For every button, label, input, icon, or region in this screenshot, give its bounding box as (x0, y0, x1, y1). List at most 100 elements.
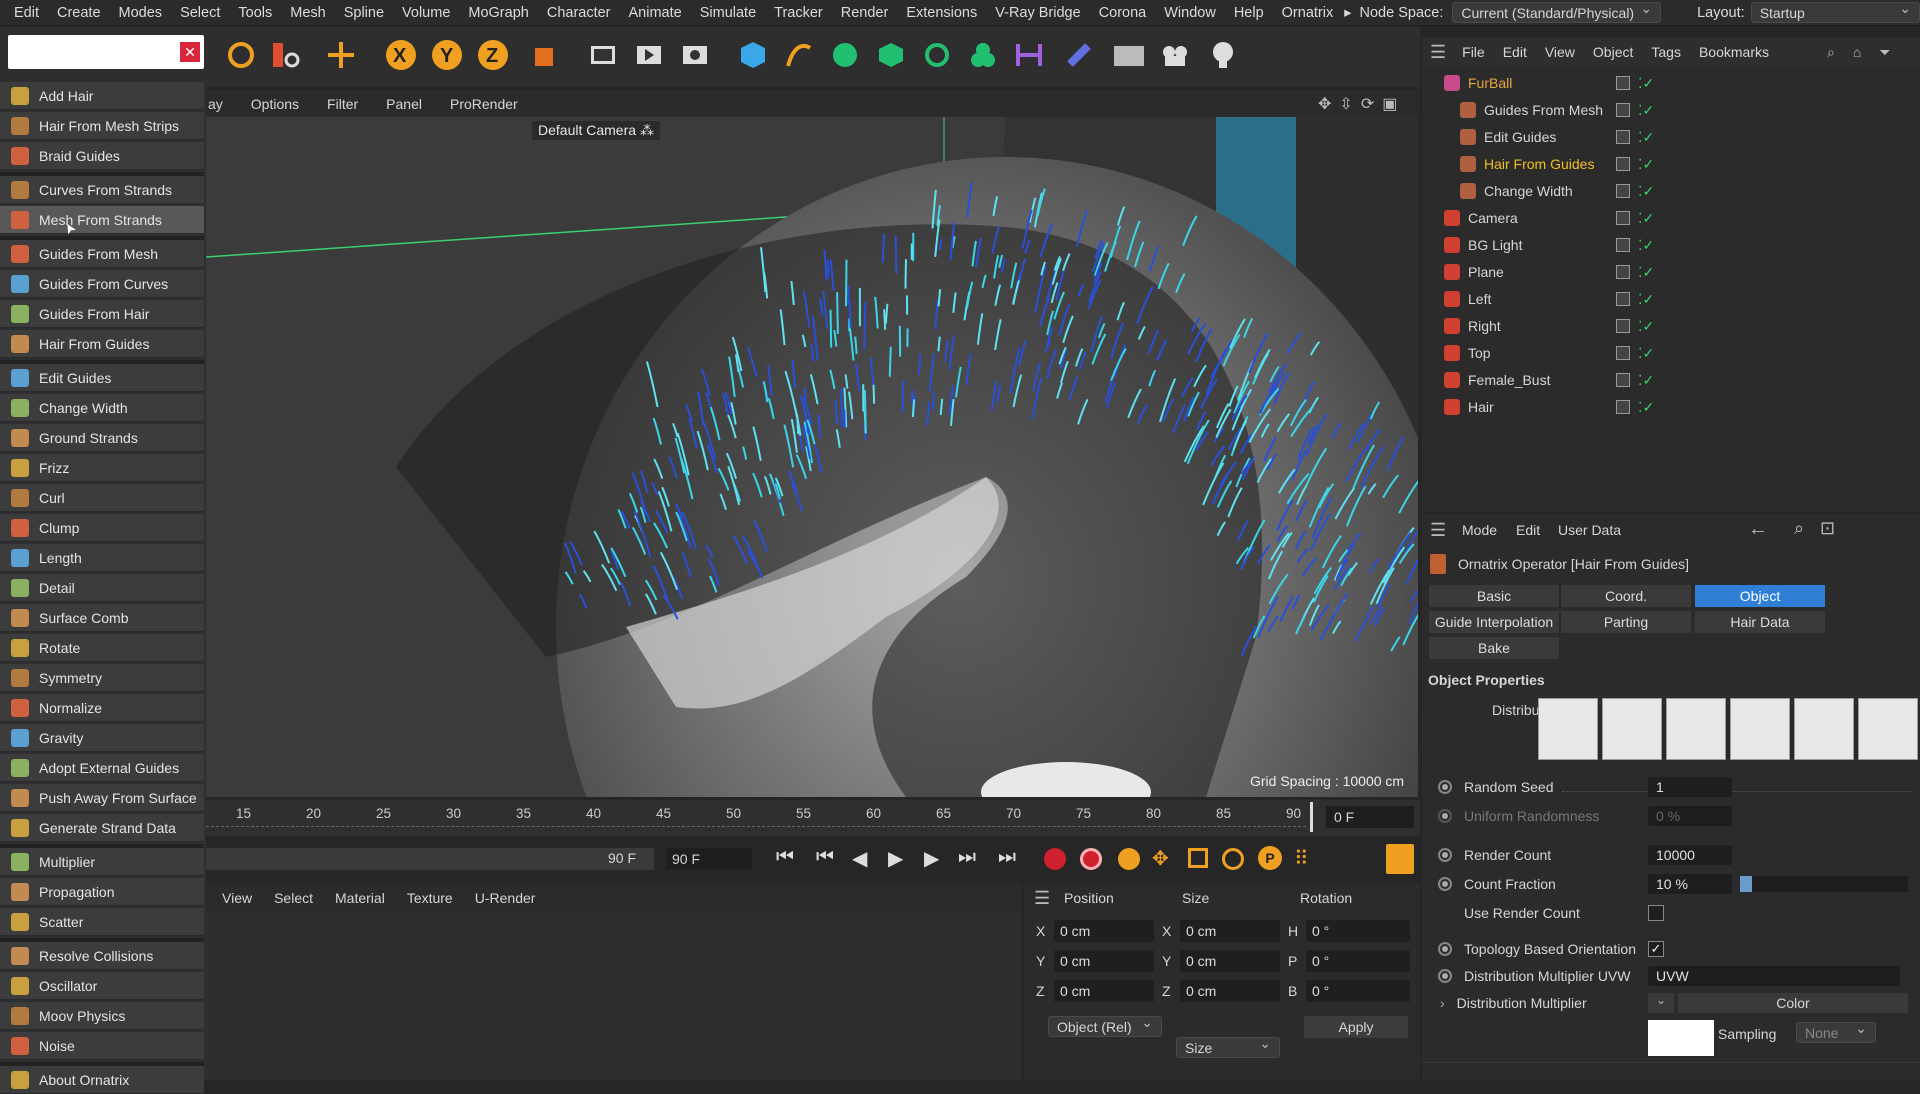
object-row-guides-from-mesh[interactable]: Guides From Mesh⁚✓ (1422, 97, 1920, 123)
menu-animate[interactable]: Animate (620, 5, 691, 21)
enabled-check-icon[interactable]: ⁚✓ (1638, 129, 1654, 146)
timeline-ruler[interactable]: 15202530354045505560657075808590 0 F (206, 800, 1420, 836)
render-count-anim-icon[interactable] (1438, 848, 1452, 862)
layout-dropdown[interactable]: Startup (1751, 2, 1920, 23)
om-menu-object[interactable]: Object (1593, 44, 1633, 60)
dist-mult-color-field[interactable]: Color (1678, 993, 1908, 1013)
ornatrix-menu-about-ornatrix[interactable]: About Ornatrix (0, 1066, 204, 1094)
material-menu-view[interactable]: View (222, 890, 252, 906)
menu-spline[interactable]: Spline (335, 5, 393, 21)
frame-range-end-b[interactable]: 90 F (666, 848, 752, 870)
layer-toggle-icon[interactable] (1616, 238, 1630, 252)
position-y-field[interactable]: 0 cm (1054, 950, 1154, 972)
tab-bake[interactable]: Bake (1428, 636, 1560, 660)
dist-mult-uvw-field[interactable]: UVW (1648, 966, 1900, 986)
camera-icon[interactable] (1156, 36, 1194, 74)
ornatrix-menu-curves-from-strands[interactable]: Curves From Strands (0, 176, 204, 204)
search-clear-icon[interactable]: ✕ (180, 42, 200, 62)
next-frame-icon[interactable]: ▶ (924, 846, 939, 871)
ornatrix-menu-guides-from-curves[interactable]: Guides From Curves (0, 270, 204, 298)
enabled-check-icon[interactable]: ⁚✓ (1638, 102, 1654, 119)
enabled-check-icon[interactable]: ⁚✓ (1638, 264, 1654, 281)
sampling-dropdown[interactable]: None (1796, 1022, 1876, 1043)
ornatrix-menu-clump[interactable]: Clump (0, 514, 204, 542)
dist-mult-uvw-anim-icon[interactable] (1438, 969, 1452, 983)
topology-checkbox[interactable]: ✓ (1648, 941, 1664, 957)
ornatrix-menu-symmetry[interactable]: Symmetry (0, 664, 204, 692)
ornatrix-menu-guides-from-hair[interactable]: Guides From Hair (0, 300, 204, 328)
tab-coord-[interactable]: Coord. (1560, 584, 1692, 608)
am-menu-icon[interactable]: ☰ (1430, 520, 1446, 541)
object-row-hair-from-guides[interactable]: Hair From Guides⁚✓ (1422, 151, 1920, 177)
menu-select[interactable]: Select (171, 5, 229, 21)
ornatrix-menu-noise[interactable]: Noise (0, 1032, 204, 1060)
coord-menu-icon[interactable]: ☰ (1034, 888, 1050, 909)
key-scale-icon[interactable] (1188, 848, 1208, 868)
am-menu-user-data[interactable]: User Data (1558, 522, 1621, 538)
color-swatch[interactable] (1648, 1020, 1714, 1056)
tab-hair-data[interactable]: Hair Data (1694, 610, 1826, 634)
ornatrix-menu-braid-guides[interactable]: Braid Guides (0, 142, 204, 170)
layer-toggle-icon[interactable] (1616, 265, 1630, 279)
ornatrix-menu-scatter[interactable]: Scatter (0, 908, 204, 936)
count-fraction-field[interactable]: 10 % (1648, 874, 1732, 894)
material-manager[interactable] (206, 912, 1022, 1080)
ornatrix-menu-adopt-external-guides[interactable]: Adopt External Guides (0, 754, 204, 782)
om-filter-icon[interactable]: ⏷ (1879, 44, 1890, 61)
ornatrix-menu-oscillator[interactable]: Oscillator (0, 972, 204, 1000)
render-count-field[interactable]: 10000 (1648, 845, 1732, 865)
camera-label[interactable]: Default Camera ⁂ (532, 121, 660, 140)
object-row-plane[interactable]: Plane⁚✓ (1422, 259, 1920, 285)
go-to-start-icon[interactable]: ⏮ (776, 846, 794, 869)
enabled-check-icon[interactable]: ⁚✓ (1638, 156, 1654, 173)
enabled-check-icon[interactable]: ⁚✓ (1638, 210, 1654, 227)
tab-parting[interactable]: Parting (1560, 610, 1692, 634)
layer-toggle-icon[interactable] (1616, 76, 1630, 90)
om-menu-edit[interactable]: Edit (1503, 44, 1527, 60)
position-x-field[interactable]: 0 cm (1054, 920, 1154, 942)
menu-modes[interactable]: Modes (110, 5, 172, 21)
om-menu-file[interactable]: File (1462, 44, 1485, 60)
enabled-check-icon[interactable]: ⁚✓ (1638, 345, 1654, 362)
autokey-icon[interactable] (1080, 848, 1102, 870)
ornatrix-menu-multiplier[interactable]: Multiplier (0, 848, 204, 876)
layer-toggle-icon[interactable] (1616, 400, 1630, 414)
ornatrix-menu-add-hair[interactable]: Add Hair (0, 82, 204, 110)
apply-button[interactable]: Apply (1304, 1016, 1408, 1038)
z-axis-icon[interactable]: Z (474, 36, 512, 74)
am-menu-mode[interactable]: Mode (1462, 522, 1497, 538)
render-icon[interactable] (630, 36, 668, 74)
record-icon[interactable] (1044, 848, 1066, 870)
field-icon[interactable] (1010, 36, 1048, 74)
ornatrix-menu-length[interactable]: Length (0, 544, 204, 572)
menu-edit[interactable]: Edit (0, 5, 48, 21)
random-seed-anim-icon[interactable] (1438, 780, 1452, 794)
distribution-option-1[interactable] (1538, 698, 1598, 760)
go-to-end-icon[interactable]: ⏭ (998, 846, 1016, 869)
topology-anim-icon[interactable] (1438, 942, 1452, 956)
coord-size-dropdown[interactable]: Size (1176, 1037, 1280, 1058)
am-horizontal-scrollbar[interactable] (1422, 1062, 1920, 1074)
layer-toggle-icon[interactable] (1616, 103, 1630, 117)
count-fraction-anim-icon[interactable] (1438, 877, 1452, 891)
object-row-female-bust[interactable]: Female_Bust⁚✓ (1422, 367, 1920, 393)
render-view-icon[interactable] (584, 36, 622, 74)
ornatrix-menu-resolve-collisions[interactable]: Resolve Collisions (0, 942, 204, 970)
viewport-menu-panel[interactable]: Panel (386, 96, 422, 112)
object-row-change-width[interactable]: Change Width⁚✓ (1422, 178, 1920, 204)
enabled-check-icon[interactable]: ⁚✓ (1638, 318, 1654, 335)
extrude-icon[interactable] (872, 36, 910, 74)
layer-toggle-icon[interactable] (1616, 157, 1630, 171)
ornatrix-menu-edit-guides[interactable]: Edit Guides (0, 364, 204, 392)
size-y-field[interactable]: 0 cm (1180, 950, 1280, 972)
menu-volume[interactable]: Volume (393, 5, 459, 21)
current-frame-field[interactable]: 0 F (1326, 806, 1414, 828)
menu-corona[interactable]: Corona (1090, 5, 1156, 21)
ornatrix-menu-curl[interactable]: Curl (0, 484, 204, 512)
next-key-icon[interactable]: ⏭ (958, 846, 976, 869)
layer-toggle-icon[interactable] (1616, 346, 1630, 360)
ornatrix-menu-hair-from-mesh-strips[interactable]: Hair From Mesh Strips (0, 112, 204, 140)
menu-ornatrix[interactable]: Ornatrix (1273, 5, 1343, 21)
rotation-h-field[interactable]: 0 ° (1306, 920, 1410, 942)
ornatrix-menu-frizz[interactable]: Frizz (0, 454, 204, 482)
